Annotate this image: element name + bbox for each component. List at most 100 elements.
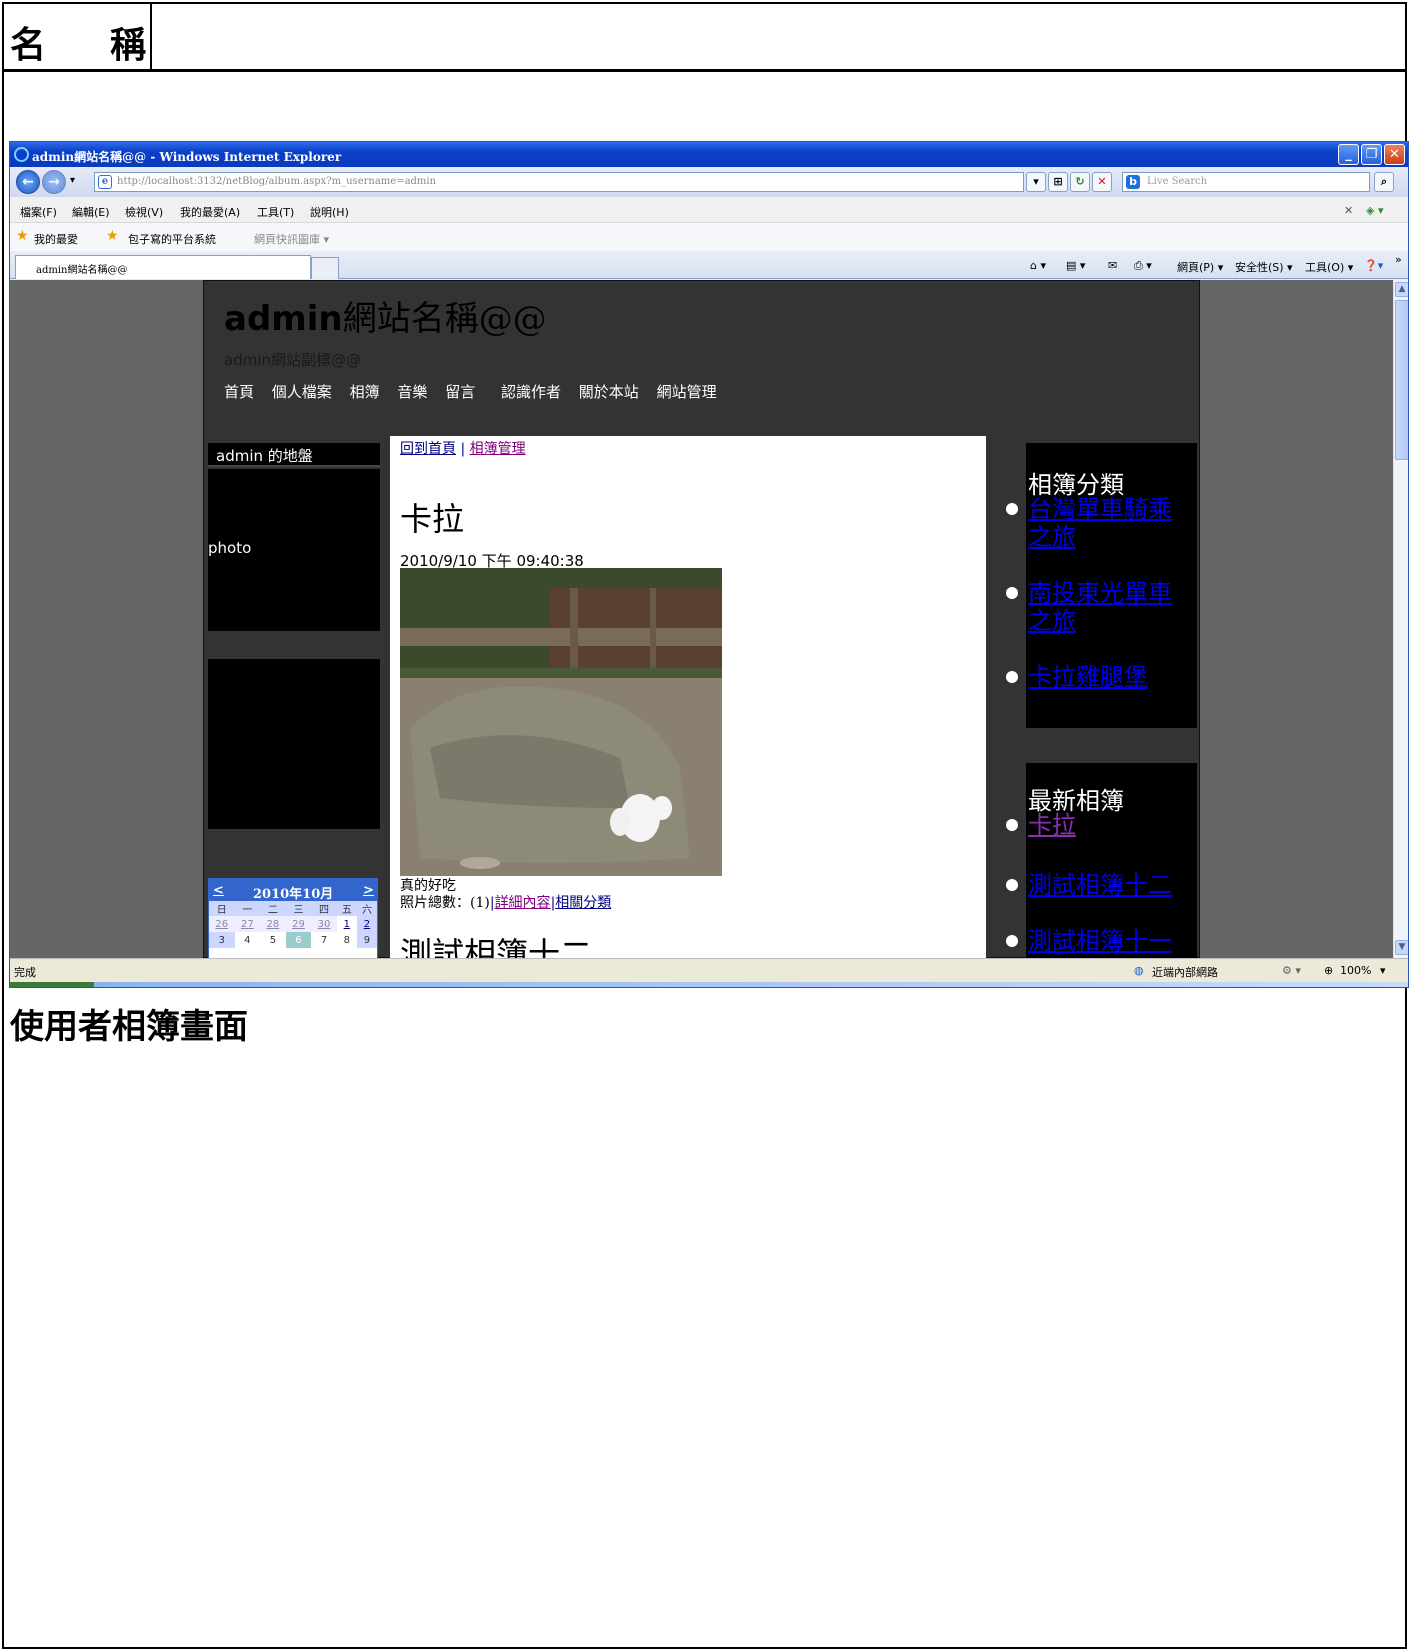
left-heading: admin 的地盤 [208, 443, 380, 467]
nav-profile[interactable]: 個人檔案 [272, 381, 332, 402]
refresh-icon[interactable]: ↻ [1070, 172, 1090, 192]
name-row: 名 稱 [4, 4, 1405, 72]
menu-help[interactable]: 說明(H) [310, 204, 349, 220]
weekday: 六 [356, 901, 377, 916]
add-favorites-icon[interactable]: ★ [106, 228, 119, 244]
category-label: 台灣單車騎乘之旅 [1028, 495, 1172, 551]
feeds-icon[interactable]: ▤ ▾ [1066, 259, 1085, 272]
url-dropdown-icon[interactable]: ▾ [1026, 172, 1046, 192]
calendar-next[interactable]: > [363, 883, 374, 898]
favorites-button[interactable]: 我的最愛 [34, 231, 78, 247]
name-label-char-2: 稱 [109, 25, 146, 66]
nav-music[interactable]: 音樂 [397, 381, 427, 402]
zoom-icon[interactable]: ⊕ [1324, 964, 1333, 977]
back-icon[interactable]: ← [16, 170, 40, 194]
nav-home[interactable]: 首頁 [224, 381, 254, 402]
forward-icon[interactable]: → [42, 170, 66, 194]
tab-current[interactable]: admin網站名稱@@ [15, 255, 311, 279]
tools-menu[interactable]: 工具(O) ▾ [1305, 259, 1353, 275]
scroll-up-icon[interactable]: ▲ [1395, 282, 1408, 297]
weekday: 二 [260, 901, 286, 916]
newest-link[interactable]: 卡拉 [1006, 811, 1188, 839]
taskbar-strip [10, 982, 1408, 987]
zoom-dropdown-icon[interactable]: ▾ [1380, 964, 1386, 977]
nav-admin[interactable]: 網站管理 [657, 381, 717, 402]
site-nav: 首頁 個人檔案 相簿 音樂 留言 認識作者 關於本站 網站管理 [224, 381, 730, 402]
bullet-icon [1006, 587, 1018, 599]
calendar-day[interactable]: 29 [285, 916, 312, 932]
menu-edit[interactable]: 編輯(E) [72, 204, 110, 220]
calendar-prev[interactable]: < [213, 883, 224, 898]
addons-icon[interactable]: ◈ ▾ [1366, 204, 1383, 217]
album-photo[interactable] [400, 568, 722, 876]
history-dropdown-icon[interactable]: ▾ [70, 175, 75, 186]
calendar-day[interactable]: 28 [260, 916, 286, 932]
more-chevron-icon[interactable]: » [1395, 253, 1402, 266]
search-input[interactable]: b Live Search [1122, 172, 1370, 192]
calendar-day[interactable]: 5 [260, 932, 286, 948]
name-label: 名 稱 [10, 16, 146, 68]
new-tab-button[interactable] [311, 257, 339, 279]
related-category-link[interactable]: 相關分類 [555, 895, 611, 911]
nav-message[interactable]: 留言 [445, 381, 475, 402]
calendar-day[interactable]: 4 [235, 932, 261, 948]
calendar-day-today[interactable]: 6 [285, 932, 312, 948]
category-link[interactable]: 台灣單車騎乘之旅 [1006, 495, 1188, 551]
calendar-day[interactable]: 30 [311, 916, 337, 932]
mail-icon[interactable]: ✉ [1108, 259, 1117, 272]
album-desc-block: 真的好吃 照片總數：(1)|詳細內容|相關分類 [400, 878, 611, 912]
url-field[interactable]: e http://localhost:3132/netBlog/album.as… [94, 172, 1024, 192]
globe-icon: ◍ [1134, 964, 1144, 977]
calendar-day[interactable]: 27 [234, 916, 261, 932]
close-toolbar-icon[interactable]: ✕ [1344, 204, 1353, 217]
weekday: 日 [209, 901, 235, 916]
fav-link-2[interactable]: 網頁快訊圖庫 ▾ [254, 231, 329, 247]
home-icon[interactable]: ⌂ ▾ [1030, 259, 1046, 272]
figure-caption: 使用者相簿畫面 [10, 1007, 248, 1047]
menu-favorites[interactable]: 我的最愛(A) [180, 204, 240, 220]
nav-author[interactable]: 認識作者 [501, 381, 561, 402]
safety-menu[interactable]: 安全性(S) ▾ [1235, 259, 1293, 275]
fav-link-1[interactable]: 包子寫的平台系統 [128, 231, 216, 247]
detail-link[interactable]: 詳細內容 [495, 895, 551, 911]
nav-about[interactable]: 關於本站 [579, 381, 639, 402]
scroll-thumb[interactable] [1395, 300, 1408, 460]
minimize-icon[interactable]: _ [1338, 144, 1359, 165]
menu-view[interactable]: 檢視(V) [125, 204, 163, 220]
calendar-day[interactable]: 26 [209, 916, 235, 932]
album-manage-link[interactable]: 相簿管理 [470, 441, 526, 457]
zoom-level[interactable]: 100% [1340, 964, 1371, 977]
category-link[interactable]: 南投東光單車之旅 [1006, 579, 1188, 635]
nav-album[interactable]: 相簿 [350, 381, 380, 402]
newest-link[interactable]: 測試相簿十一 [1006, 927, 1188, 955]
print-icon[interactable]: ⎙ ▾ [1134, 259, 1152, 273]
compat-view-icon[interactable]: ⊞ [1048, 172, 1068, 192]
calendar-day[interactable]: 7 [311, 932, 337, 948]
page-menu[interactable]: 網頁(P) ▾ [1177, 259, 1223, 275]
search-icon[interactable]: ⌕ [1374, 172, 1394, 192]
weekday: 三 [285, 901, 312, 916]
vertical-scrollbar[interactable]: ▲ ▼ [1393, 280, 1408, 958]
newest-label: 測試相簿十二 [1028, 871, 1172, 899]
restore-icon[interactable]: ❐ [1361, 144, 1382, 165]
newest-link[interactable]: 測試相簿十二 [1006, 871, 1188, 899]
scroll-down-icon[interactable]: ▼ [1395, 940, 1408, 955]
protected-mode-icon[interactable]: ⚙ ▾ [1282, 964, 1301, 977]
weekday: 四 [311, 901, 337, 916]
back-home-link[interactable]: 回到首頁 [400, 441, 456, 457]
close-icon[interactable]: ✕ [1384, 144, 1405, 165]
category-label: 南投東光單車之旅 [1028, 579, 1172, 635]
left-box-empty [208, 659, 380, 829]
category-link[interactable]: 卡拉雞腿堡 [1006, 663, 1188, 691]
menu-tools[interactable]: 工具(T) [257, 204, 294, 220]
menu-file[interactable]: 檔案(F) [20, 204, 57, 220]
calendar-day[interactable]: 1 [337, 916, 357, 932]
search-placeholder: Live Search [1147, 176, 1208, 187]
calendar-day[interactable]: 3 [209, 932, 235, 948]
page-viewport: admin網站名稱@@ admin網站副標@@ 首頁 個人檔案 相簿 音樂 留言… [10, 280, 1393, 958]
help-icon[interactable]: ❓▾ [1364, 259, 1383, 272]
calendar-day[interactable]: 2 [356, 916, 377, 932]
calendar-day[interactable]: 9 [356, 932, 377, 948]
stop-icon[interactable]: ✕ [1092, 172, 1112, 192]
calendar-day[interactable]: 8 [337, 932, 357, 948]
